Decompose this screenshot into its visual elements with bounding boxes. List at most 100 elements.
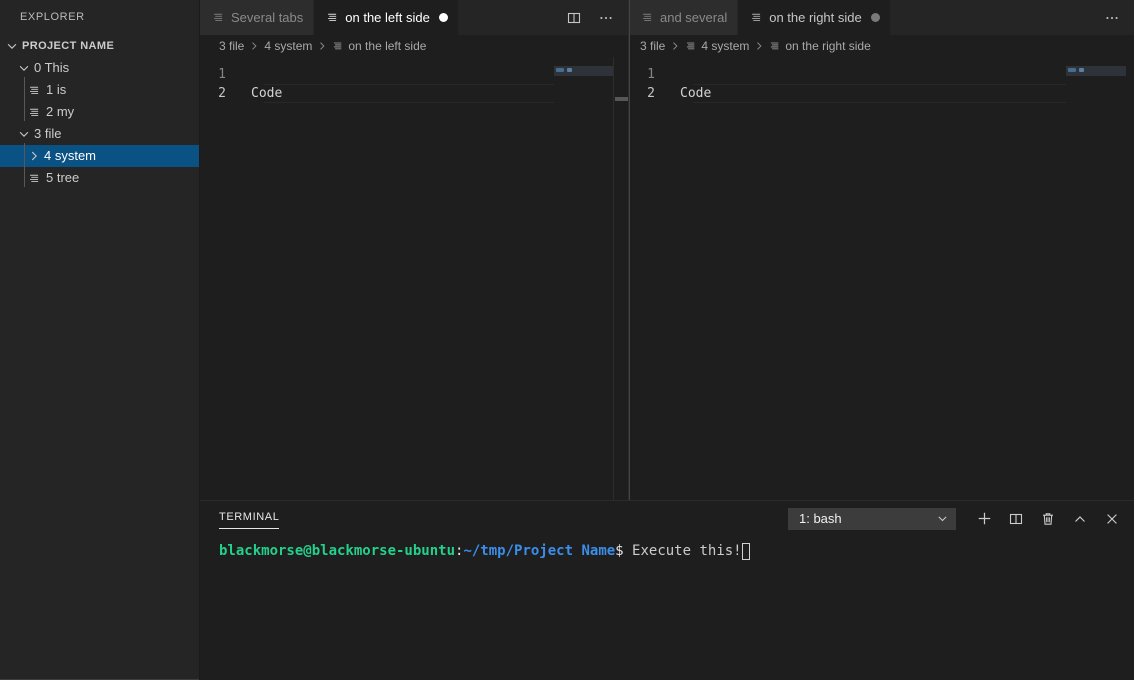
tree-row-label: 5 tree [46,170,80,185]
minimap-token [1068,68,1076,72]
tree-row-project-root[interactable]: PROJECT NAME [0,35,199,57]
close-icon[interactable] [1098,505,1126,533]
ellipsis-icon[interactable] [592,4,620,32]
editor-group-right: and several on the right side 3 file 4 s… [629,0,1134,501]
plus-icon[interactable] [970,505,998,533]
line-number: 2 [647,86,655,101]
file-lines-icon [641,11,654,24]
tab-label: Several tabs [231,10,304,25]
sidebar-title: EXPLORER [20,11,85,23]
tab-several-tabs[interactable]: Several tabs [200,0,315,35]
tab-dirty-indicator[interactable] [438,13,448,22]
breadcrumb-item[interactable]: 3 file [640,39,665,53]
code-lines-right: 1 2 Code [629,65,1134,103]
terminal-path: ~/tmp/Project Name [463,543,616,560]
tab-on-the-right-side[interactable]: on the right side [738,0,891,35]
tab-label: and several [660,10,728,25]
file-lines-icon [26,84,42,97]
tree-row-file-my[interactable]: 2 my [0,101,199,123]
ellipsis-icon[interactable] [1098,4,1126,32]
tabbar-filler [458,0,552,35]
tree-row-label: 0 This [34,60,70,75]
file-lines-icon [769,40,781,52]
line-number: 1 [647,67,655,82]
chevron-down-icon [936,512,949,525]
chevron-down-icon [16,61,32,75]
panel-terminal: TERMINAL 1: bash blackmorse@blackmorse-u… [200,500,1134,680]
breadcrumb-item[interactable]: 4 system [264,39,312,53]
code-line: 1 [629,65,1134,84]
breadcrumb-item[interactable]: on the right side [769,39,871,53]
tree-row-label: 3 file [34,126,62,141]
terminal-select[interactable]: 1: bash [788,507,956,530]
tree-row-file-is[interactable]: 1 is [0,79,199,101]
tab-and-several[interactable]: and several [629,0,739,35]
tabbar-left: Several tabs on the left side [200,0,628,35]
breadcrumb-item[interactable]: on the left side [332,39,426,53]
explorer-sidebar: EXPLORER PROJECT NAME 0 This 1 is 2 my 3… [0,0,200,680]
file-lines-icon [685,40,697,52]
editor-scrollbar-left[interactable] [613,57,628,501]
minimap-token [1079,68,1084,72]
file-lines-icon [326,11,339,24]
chevron-right-icon [669,40,681,52]
terminal-select-value: 1: bash [799,511,842,527]
chevron-right-icon [26,149,42,163]
tab-on-the-left-side[interactable]: on the left side [314,0,459,35]
terminal-prompt-symbol: $ [615,543,624,560]
chevron-down-icon [4,39,20,53]
line-text [674,65,680,84]
chevron-right-icon [316,40,328,52]
tree-row-label: PROJECT NAME [22,40,115,52]
split-editor-icon[interactable] [560,4,588,32]
editor-area: Several tabs on the left side 3 file 4 s… [200,0,1134,680]
split-editor-icon[interactable] [1002,505,1030,533]
terminal-user-host: blackmorse@blackmorse-ubuntu [219,543,456,560]
file-tree: PROJECT NAME 0 This 1 is 2 my 3 file 4 s… [0,35,199,189]
tree-row-folder-this[interactable]: 0 This [0,57,199,79]
trash-icon[interactable] [1034,505,1062,533]
file-lines-icon [26,172,42,185]
editor-scrollbar-right[interactable] [1120,57,1134,500]
panel-actions: 1: bash [788,505,1126,533]
editor-content-right[interactable]: 1 2 Code [629,57,1134,501]
scrollbar-slider[interactable] [615,97,628,101]
chevron-right-icon [248,40,260,52]
line-text [245,65,251,84]
file-lines-icon [212,11,225,24]
panel-tab-terminal[interactable]: TERMINAL [219,508,280,530]
terminal-cursor [741,542,750,560]
tab-dirty-indicator[interactable] [870,13,880,22]
indent-guide [24,77,25,121]
tree-row-folder-file[interactable]: 3 file [0,123,199,145]
breadcrumb-label: 3 file [219,39,245,53]
chevron-up-icon[interactable] [1066,505,1094,533]
file-lines-icon [750,11,763,24]
tabbar-filler [890,0,1090,35]
tree-row-file-tree[interactable]: 5 tree [0,167,199,189]
tree-row-label: 4 system [44,148,97,163]
tabbar-actions-left [552,0,628,35]
workbench: EXPLORER PROJECT NAME 0 This 1 is 2 my 3… [0,0,1134,680]
file-lines-icon [26,106,42,119]
breadcrumb-item[interactable]: 3 file [219,39,244,53]
terminal-output[interactable]: blackmorse@blackmorse-ubuntu: ~/tmp/Proje… [200,536,1134,680]
tree-row-folder-system[interactable]: 4 system [0,145,199,167]
indent-guide [24,143,25,187]
chevron-right-icon [753,40,765,52]
chevron-down-icon [16,127,32,141]
breadcrumb-label: on the right side [785,39,871,53]
breadcrumb-item[interactable]: 4 system [685,39,749,53]
line-text: Code [251,86,283,101]
minimap-right[interactable] [1066,57,1126,501]
editor-group-splitter[interactable] [629,0,630,501]
minimap-left[interactable] [554,57,614,501]
terminal-prompt-line: blackmorse@blackmorse-ubuntu: ~/tmp/Proje… [219,542,1134,560]
editor-content-left[interactable]: 1 2 Code [200,57,628,501]
tab-label: on the right side [769,10,862,25]
minimap-token [556,68,564,72]
file-lines-icon [332,40,344,52]
breadcrumb-right: 3 file 4 system on the right side [629,35,1134,57]
terminal-separator: : [455,543,464,560]
breadcrumb-label: 4 system [264,39,313,53]
